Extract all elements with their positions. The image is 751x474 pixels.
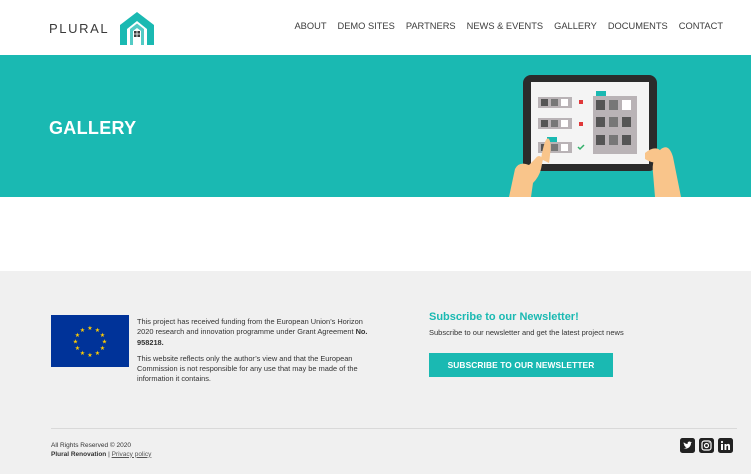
site-logo[interactable]: PLURAL [49, 8, 157, 48]
nav-gallery[interactable]: GALLERY [554, 21, 597, 31]
svg-text:★: ★ [80, 350, 85, 357]
svg-text:★: ★ [87, 352, 92, 359]
nav-demo-sites[interactable]: DEMO SITES [338, 21, 395, 31]
nav-documents[interactable]: DOCUMENTS [608, 21, 668, 31]
separator: | [108, 450, 110, 458]
site-footer: ★ ★ ★ ★ ★ ★ ★ ★ ★ ★ ★ ★ This project has… [0, 271, 751, 474]
page-banner: GALLERY [0, 55, 751, 197]
nav-news-events[interactable]: NEWS & EVENTS [467, 21, 543, 31]
footer-divider [51, 428, 737, 429]
logo-text: PLURAL [49, 20, 110, 36]
linkedin-icon[interactable] [718, 438, 733, 453]
instagram-icon[interactable] [699, 438, 714, 453]
page-title: GALLERY [49, 118, 137, 138]
company-line: Plural Renovation | Privacy policy [51, 451, 151, 460]
funding-paragraph: This project has received funding from t… [137, 317, 368, 347]
nav-partners[interactable]: PARTNERS [406, 21, 456, 31]
disclaimer-paragraph: This website reflects only the author’s … [137, 353, 358, 384]
copyright-text: All Rights Reserved © 2020 [51, 442, 131, 449]
svg-text:★: ★ [73, 339, 78, 346]
svg-text:★: ★ [95, 350, 100, 357]
funding-statement: This project has received funding from t… [137, 317, 377, 391]
svg-text:★: ★ [100, 345, 105, 352]
tablet-illustration [509, 75, 681, 197]
copyright-block: All Rights Reserved © 2020 Plural Renova… [51, 442, 151, 459]
eu-flag-icon: ★ ★ ★ ★ ★ ★ ★ ★ ★ ★ ★ ★ [51, 315, 129, 367]
nav-contact[interactable]: CONTACT [679, 21, 723, 31]
newsletter-description: Subscribe to our newsletter and get the … [429, 328, 624, 337]
social-links [676, 438, 733, 453]
privacy-policy-link[interactable]: Privacy policy [112, 451, 152, 458]
subscribe-button[interactable]: SUBSCRIBE TO OUR NEWSLETTER [429, 353, 613, 377]
nav-about[interactable]: ABOUT [294, 21, 326, 31]
svg-text:★: ★ [75, 345, 80, 352]
newsletter-title: Subscribe to our Newsletter! [429, 311, 579, 323]
main-nav: ABOUT DEMO SITES PARTNERS NEWS & EVENTS … [283, 21, 723, 31]
twitter-icon[interactable] [680, 438, 695, 453]
site-header: PLURAL ABOUT DEMO SITES PARTNERS NEWS & … [0, 0, 751, 55]
company-name: Plural Renovation [51, 450, 107, 458]
svg-text:★: ★ [87, 325, 92, 332]
house-logo-icon [120, 12, 155, 45]
svg-text:★: ★ [80, 327, 85, 334]
